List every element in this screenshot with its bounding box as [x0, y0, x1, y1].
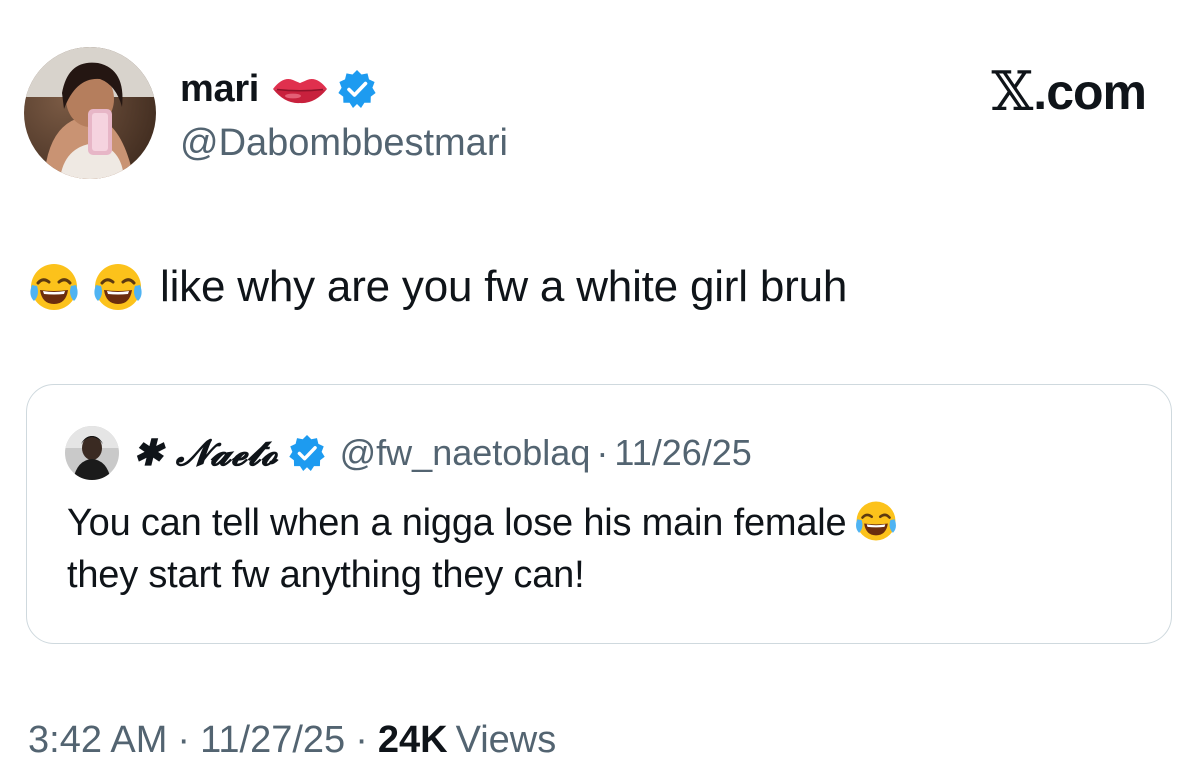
- quoted-tweet-header: ✱ 𝓝𝓪𝓮𝓽𝓸 @fw_naetoblaq · 11/26/25: [65, 425, 752, 481]
- tweet-metadata: 3:42 AM · 11/27/25 · 24K Views: [28, 716, 556, 764]
- quoted-text-line-1: You can tell when a nigga lose his main …: [67, 502, 847, 544]
- quoted-tweet-text: You can tell when a nigga lose his main …: [67, 497, 1127, 601]
- x-com-logo: 𝕏 .com: [991, 60, 1147, 123]
- quoted-author-avatar[interactable]: [65, 426, 119, 480]
- author-name-row: mari: [180, 66, 377, 112]
- x-logo-icon: 𝕏: [991, 60, 1033, 123]
- quoted-author-display-name[interactable]: ✱ 𝓝𝓪𝓮𝓽𝓸: [133, 431, 278, 475]
- face-with-tears-of-joy-icon: [856, 501, 897, 541]
- separator-dot: ·: [177, 719, 191, 761]
- face-with-tears-of-joy-icon: [94, 264, 142, 310]
- verified-badge-icon: [288, 434, 325, 472]
- face-with-tears-of-joy-icon: [30, 264, 78, 310]
- quoted-author-handle[interactable]: @fw_naetoblaq: [340, 431, 591, 475]
- verified-badge-icon: [338, 70, 376, 108]
- separator-dot: ·: [355, 719, 368, 761]
- author-avatar[interactable]: [24, 47, 156, 179]
- tweet-text: like why are you fw a white girl bruh: [160, 262, 848, 311]
- quoted-tweet-card[interactable]: ✱ 𝓝𝓪𝓮𝓽𝓸 @fw_naetoblaq · 11/26/25 You can…: [26, 384, 1172, 644]
- tweet-body: like why are you fw a white girl bruh: [28, 258, 847, 316]
- tweet-date[interactable]: 11/27/25: [200, 716, 345, 764]
- views-count[interactable]: 24K: [378, 716, 448, 764]
- brand-text: .com: [1033, 64, 1147, 120]
- quoted-tweet-date[interactable]: 11/26/25: [614, 431, 751, 475]
- author-handle[interactable]: @Dabombbestmari: [180, 120, 508, 166]
- views-label: Views: [455, 719, 557, 761]
- separator-dot: ·: [596, 432, 609, 473]
- author-display-name[interactable]: mari: [180, 66, 259, 112]
- lips-emoji-icon: [273, 79, 328, 104]
- quoted-text-line-2: they start fw anything they can!: [67, 554, 585, 596]
- tweet-time[interactable]: 3:42 AM: [28, 716, 167, 764]
